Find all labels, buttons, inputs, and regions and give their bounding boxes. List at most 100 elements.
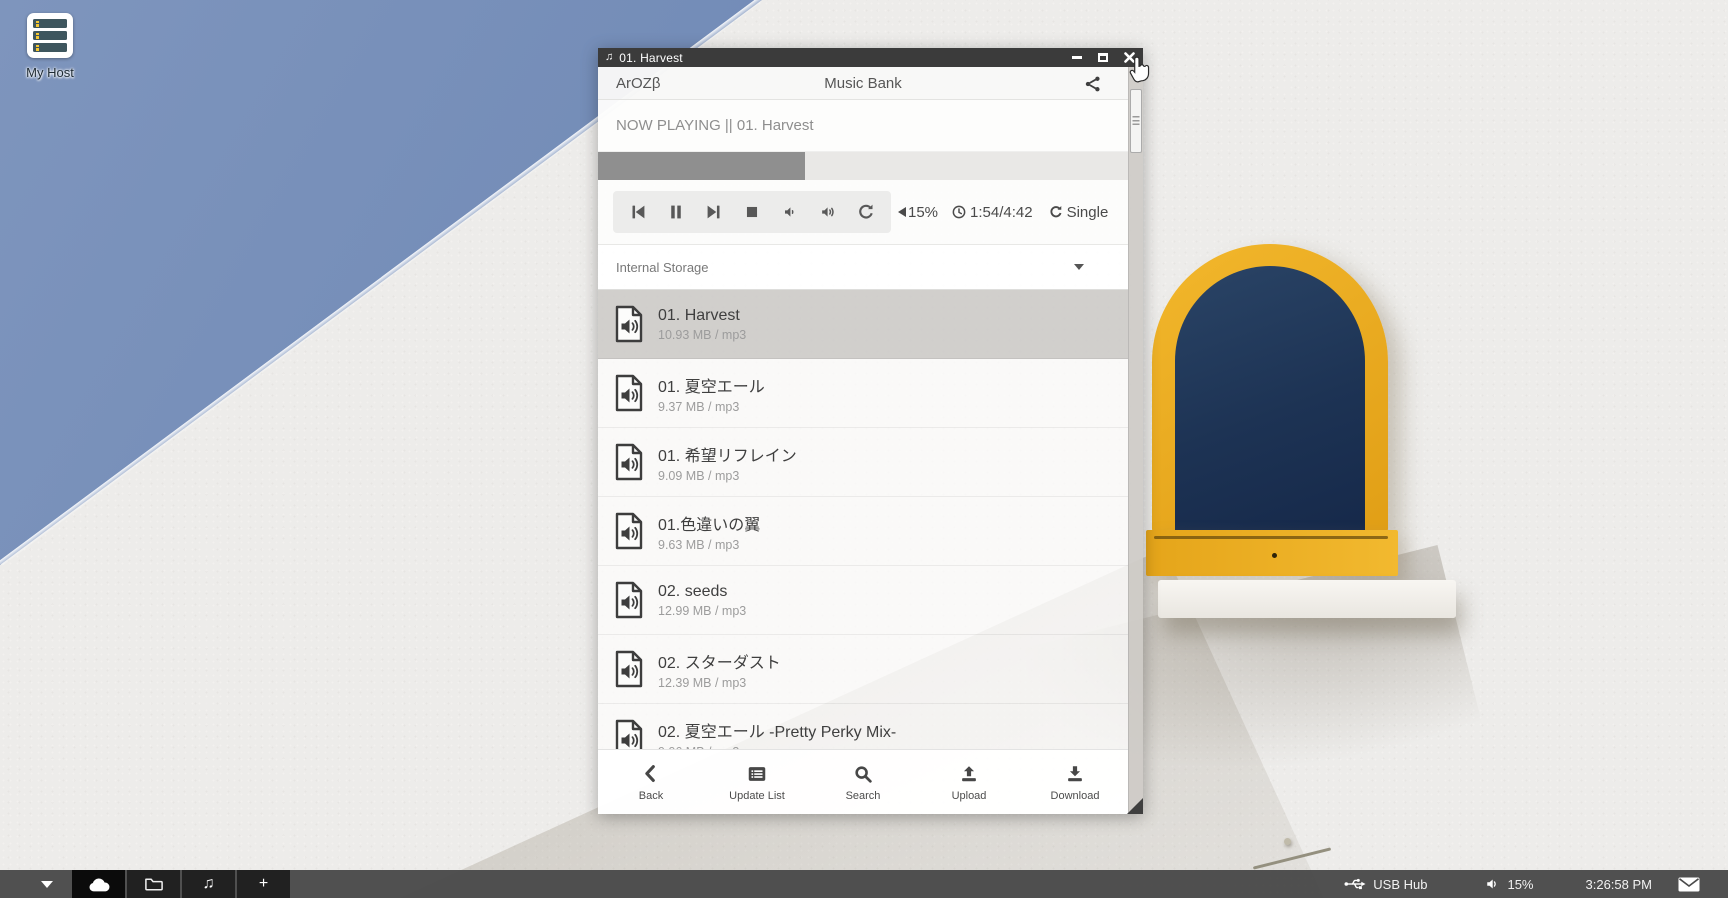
music-note-icon: ♫ [203,876,215,892]
track-list: 01. Harvest 10.93 MB / mp3 01 [598,290,1128,749]
seek-bar-fill [598,152,805,180]
window-title: 01. Harvest [619,51,683,65]
photo-arch-window [1152,244,1388,532]
volume-down-button[interactable] [771,191,809,233]
pause-icon [665,201,687,223]
track-title: 01.色違いの翼 [658,511,760,535]
previous-track-button[interactable] [619,191,657,233]
track-title: 01. 希望リフレイン [658,442,797,466]
track-list-item[interactable]: 02. 夏空エール -Pretty Perky Mix- 9.06 MB / m… [598,704,1128,749]
audio-file-icon [614,719,644,749]
transport-buttons [613,191,891,233]
close-icon [1124,52,1135,63]
track-title: 02. 夏空エール -Pretty Perky Mix- [658,718,896,742]
stop-icon [741,201,763,223]
track-list-item[interactable]: 01. 夏空エール 9.37 MB / mp3 [598,359,1128,428]
server-icon [27,13,73,58]
track-meta: 12.99 MB / mp3 [658,604,746,618]
desktop-icon-my-host[interactable]: My Host [14,13,86,80]
music-player-window: ♫ 01. Harvest Music Bank ArOZβ [598,48,1143,814]
play-mode-toggle[interactable]: Single [1048,204,1109,221]
volume-high-icon [818,202,838,222]
next-track-button[interactable] [695,191,733,233]
volume-up-button[interactable] [809,191,847,233]
brand-label[interactable]: ArOZβ [616,75,660,92]
now-playing-text: NOW PLAYING || 01. Harvest [616,117,814,134]
window-titlebar[interactable]: ♫ 01. Harvest [598,48,1143,67]
volume-status[interactable]: 15% [1485,877,1533,892]
track-list-item[interactable]: 01. Harvest 10.93 MB / mp3 [598,290,1128,359]
scrollbar-thumb[interactable] [1130,89,1142,153]
player-controls: 15% 1:54/4:42 Single [598,180,1128,244]
cloud-icon [87,876,111,893]
desktop-icon-label: My Host [14,65,86,80]
music-note-icon: ♫ [605,52,613,63]
taskbar-app-cloud[interactable] [72,870,125,898]
stop-button[interactable] [733,191,771,233]
taskbar-app-music[interactable]: ♫ [182,870,235,898]
search-button[interactable]: Search [810,750,916,814]
track-title: 02. seeds [658,583,746,601]
taskbar-apps: ♫ + [72,870,290,898]
volume-level-label: 15% [1507,877,1533,892]
skip-start-icon [627,201,649,223]
usb-label: USB Hub [1373,877,1427,892]
maximize-icon [1098,53,1108,62]
now-playing-bar: NOW PLAYING || 01. Harvest [598,100,1128,152]
maximize-button[interactable] [1096,51,1110,65]
track-meta: 9.37 MB / mp3 [658,400,765,414]
track-list-item[interactable]: 02. スターダスト 12.39 MB / mp3 [598,635,1128,704]
track-list-item[interactable]: 01. 希望リフレイン 9.09 MB / mp3 [598,428,1128,497]
back-button[interactable]: Back [598,750,704,814]
minimize-icon [1072,56,1082,59]
audio-file-icon [614,374,644,412]
upload-icon [958,763,980,785]
track-meta: 9.09 MB / mp3 [658,469,797,483]
photo-window-sill-line [1154,536,1388,539]
minimize-button[interactable] [1070,51,1084,65]
track-title: 02. スターダスト [658,649,781,673]
download-icon [1064,763,1086,785]
share-icon [1084,75,1102,93]
taskbar-app-files[interactable] [127,870,180,898]
repeat-button[interactable] [847,191,885,233]
pause-button[interactable] [657,191,695,233]
download-button[interactable]: Download [1022,750,1128,814]
clock[interactable]: 3:26:58 PM [1586,877,1653,892]
audio-file-icon [614,650,644,688]
app-title: Music Bank [598,75,1128,92]
plus-icon: + [259,876,268,892]
taskbar-menu-caret-icon[interactable] [41,881,53,888]
track-list-item[interactable]: 01.色違いの翼 9.63 MB / mp3 [598,497,1128,566]
taskbar-app-new[interactable]: + [237,870,290,898]
photo-window-glass [1175,266,1365,532]
upload-button[interactable]: Upload [916,750,1022,814]
volume-low-icon [780,202,800,222]
share-button[interactable] [1084,75,1102,97]
chevron-down-icon [1074,264,1084,270]
storage-selected-value: Internal Storage [616,260,709,275]
track-meta: 12.39 MB / mp3 [658,676,781,690]
track-meta: 9.63 MB / mp3 [658,538,760,552]
volume-readout: 15% [898,204,938,221]
close-button[interactable] [1122,51,1136,65]
skip-end-icon [703,201,725,223]
audio-file-icon [614,512,644,550]
chevron-left-icon [640,763,662,785]
track-title: 01. Harvest [658,307,746,325]
audio-file-icon [614,581,644,619]
track-meta: 10.93 MB / mp3 [658,328,746,342]
messages-button[interactable] [1678,877,1700,892]
app-header: Music Bank ArOZβ [598,67,1128,100]
audio-file-icon [614,443,644,481]
update-list-button[interactable]: Update List [704,750,810,814]
speaker-icon [898,207,906,217]
window-scrollbar[interactable] [1128,67,1143,814]
track-list-item[interactable]: 02. seeds 12.99 MB / mp3 [598,566,1128,635]
repeat-icon [856,202,876,222]
seek-bar[interactable] [598,152,1128,180]
usb-status[interactable]: USB Hub [1344,876,1427,892]
taskbar-status-area: USB Hub 15% 3:26:58 PM [1344,876,1728,892]
folder-icon [144,876,164,892]
storage-selector[interactable]: Internal Storage [598,244,1128,290]
